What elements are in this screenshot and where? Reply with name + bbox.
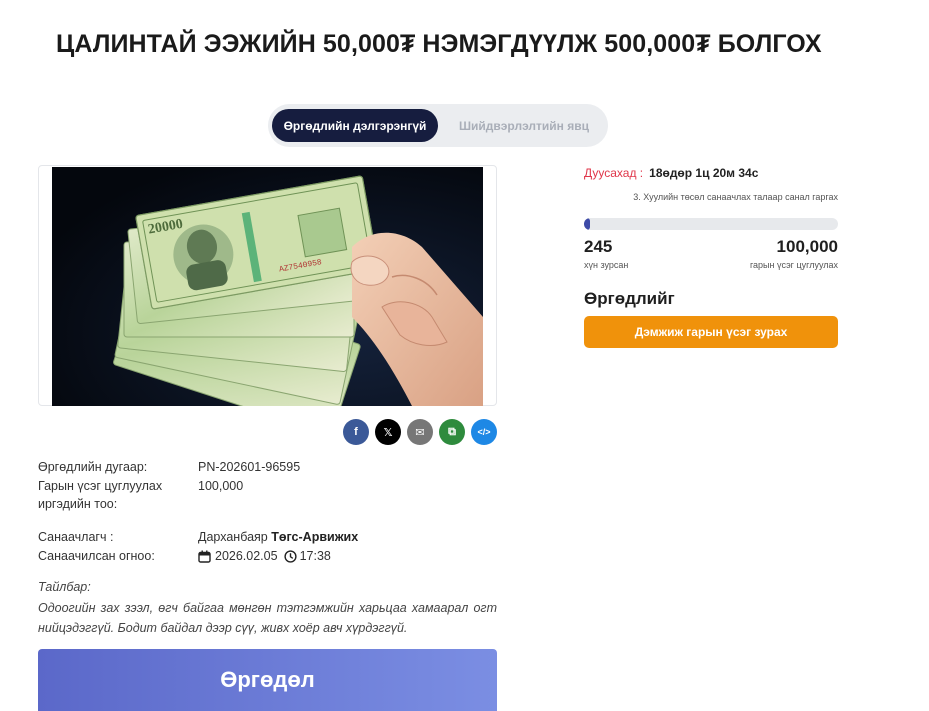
tab-switcher: Өргөдлийн дэлгэрэнгүй Шийдвэрлэлтийн явц — [268, 104, 608, 147]
deadline-countdown: 18өдөр 1ц 20м 34с — [649, 166, 759, 180]
signature-goal-value: 100,000 — [198, 479, 244, 493]
target-count: 100,000 — [776, 237, 838, 256]
facebook-icon: f — [354, 426, 358, 438]
signature-progress-bar — [584, 218, 838, 230]
created-date-label: Санаачилсан огноо: — [38, 549, 155, 563]
email-icon: ✉ — [415, 426, 425, 439]
copy-link-button[interactable]: ⧉ — [439, 419, 465, 445]
calendar-icon — [198, 550, 211, 563]
share-facebook-button[interactable]: f — [343, 419, 369, 445]
tab-progress[interactable]: Шийдвэрлэлтийн явц — [444, 109, 604, 142]
petition-number-value: PN-202601-96595 — [198, 460, 301, 474]
created-date-value: 2026.02.05 17:38 — [198, 547, 331, 565]
signature-progress-fill — [584, 218, 591, 230]
petition-number-label: Өргөдлийн дугаар: — [38, 460, 148, 474]
share-email-button[interactable]: ✉ — [407, 419, 433, 445]
support-sign-button[interactable]: Дэмжиж гарын үсэг зурах — [584, 316, 838, 348]
petition-title: ЦАЛИНТАЙ ЭЭЖИЙН 50,000₮ НЭМЭГДҮҮЛЖ 500,0… — [56, 30, 822, 58]
signature-goal-label: Гарын үсэг цуглуулах иргэдийн тоо: — [38, 479, 163, 511]
code-icon: </> — [477, 427, 491, 437]
petition-image-card: 20000 AZ7540958 — [38, 165, 497, 406]
copy-icon: ⧉ — [448, 425, 456, 438]
clock-icon — [283, 549, 297, 563]
share-x-button[interactable]: 𝕏 — [375, 419, 401, 445]
description-label: Тайлбар: — [38, 580, 91, 594]
initiator-label: Санаачлагч : — [38, 530, 114, 544]
petition-stage: 3. Хуулийн төсөл санаачлах талаар санал … — [633, 192, 838, 202]
initiator-name: Дарханбаяр Төгс-Арвижих — [198, 530, 359, 544]
description-text: Одоогийн зах зээл, өгч байгаа мөнгөн тэт… — [38, 601, 497, 635]
money-hand-illustration: 20000 AZ7540958 — [52, 167, 483, 406]
petition-button[interactable]: Өргөдөл — [38, 649, 497, 711]
petition-image: 20000 AZ7540958 — [52, 167, 483, 406]
embed-button[interactable]: </> — [471, 419, 497, 445]
x-icon: 𝕏 — [383, 426, 393, 439]
target-label: гарын үсэг цуглуулах — [749, 260, 838, 270]
deadline-label: Дуусахад : — [584, 166, 644, 180]
deadline: Дуусахад : 18өдөр 1ц 20м 34с — [584, 166, 758, 180]
tab-details[interactable]: Өргөдлийн дэлгэрэнгүй — [272, 109, 438, 142]
sign-heading: Өргөдлийг — [584, 289, 675, 308]
